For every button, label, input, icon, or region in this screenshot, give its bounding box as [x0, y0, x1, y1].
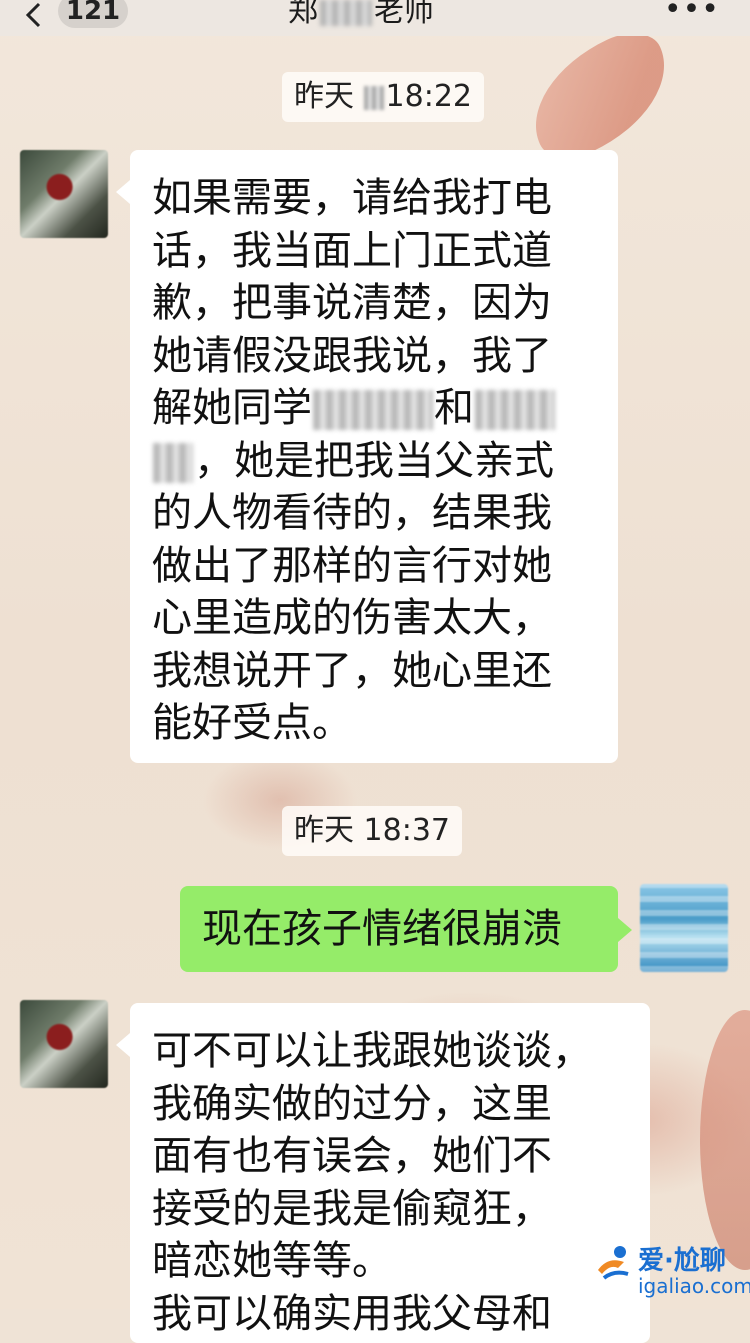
message-fragment: 和	[434, 385, 474, 431]
unread-count-badge[interactable]: 121	[58, 0, 128, 28]
message-line: 心里造成的伤害太大，	[152, 595, 552, 641]
message-line: 面有也有误会，她们不	[152, 1133, 552, 1179]
message-line: 接受的是我是偷窥狂，	[152, 1185, 552, 1232]
site-watermark: 爱·尬聊 igaliao.com	[590, 1240, 750, 1309]
message-line-redacted: ，她是把我当父亲式	[152, 435, 596, 488]
teacher-message-bubble[interactable]: 可不可以让我跟她谈谈， 我确实做的过分，这里 面有也有误会，她们不 接受的是我是…	[116, 1003, 650, 1343]
message-line-redacted: 解她同学 和	[152, 382, 596, 435]
redacted-name	[313, 390, 433, 430]
redacted-name	[320, 0, 372, 26]
redacted-name	[475, 390, 555, 430]
my-message-bubble[interactable]: 现在孩子情绪很崩溃	[180, 886, 632, 972]
message-text: 现在孩子情绪很崩溃	[202, 906, 562, 952]
watermark-url: igaliao.com	[638, 1274, 750, 1298]
teacher-message-bubble[interactable]: 如果需要，请给我打电 话，我当面上门正式道 歉，把事说清楚，因为 她请假没跟我说…	[116, 150, 618, 763]
message-line: 话，我当面上门正式道	[152, 227, 552, 274]
redacted-name	[153, 442, 193, 483]
message-fragment: ，她是把我当父亲式	[194, 437, 554, 484]
message-line: 可不可以让我跟她谈谈，	[152, 1028, 592, 1074]
chat-title-suffix: 老师	[374, 0, 434, 29]
message-line: 我想说开了，她心里还	[152, 647, 552, 694]
message-line: 我确实做的过分，这里	[152, 1080, 552, 1127]
timestamp: 昨天 18:22	[282, 72, 485, 122]
timestamp: 昨天 18:37	[282, 806, 462, 856]
message-line: 歉，把事说清楚，因为	[152, 280, 552, 326]
watermark-text: 爱·尬聊	[638, 1246, 726, 1276]
message-line: 我可以确实用我父母和	[152, 1290, 552, 1337]
my-avatar[interactable]	[640, 884, 728, 972]
background-petal-right	[700, 1010, 750, 1270]
teacher-avatar[interactable]	[20, 150, 108, 238]
timestamp-redaction	[363, 85, 384, 110]
message-line: 的人物看待的，结果我	[152, 490, 552, 536]
timestamp-value: 18:22	[385, 79, 473, 114]
teacher-avatar[interactable]	[20, 1000, 108, 1088]
watermark-logo-icon	[598, 1246, 629, 1280]
chat-header: 121 郑 老师 •••	[0, 0, 750, 36]
message-line: 如果需要，请给我打电	[152, 175, 552, 221]
message-line: 能好受点。	[152, 700, 352, 746]
more-options-icon[interactable]: •••	[664, 0, 720, 25]
message-line: 暗恋她等等。	[152, 1238, 392, 1284]
background-petal	[511, 20, 689, 171]
chat-title: 郑 老师	[288, 0, 434, 32]
back-icon[interactable]	[24, 2, 44, 28]
message-line: 她请假没跟我说，我了	[152, 332, 552, 379]
message-line: 做出了那样的言行对她	[152, 542, 552, 589]
chat-title-prefix: 郑	[288, 0, 318, 29]
message-fragment: 解她同学	[152, 385, 312, 431]
timestamp-day: 昨天	[294, 79, 354, 114]
